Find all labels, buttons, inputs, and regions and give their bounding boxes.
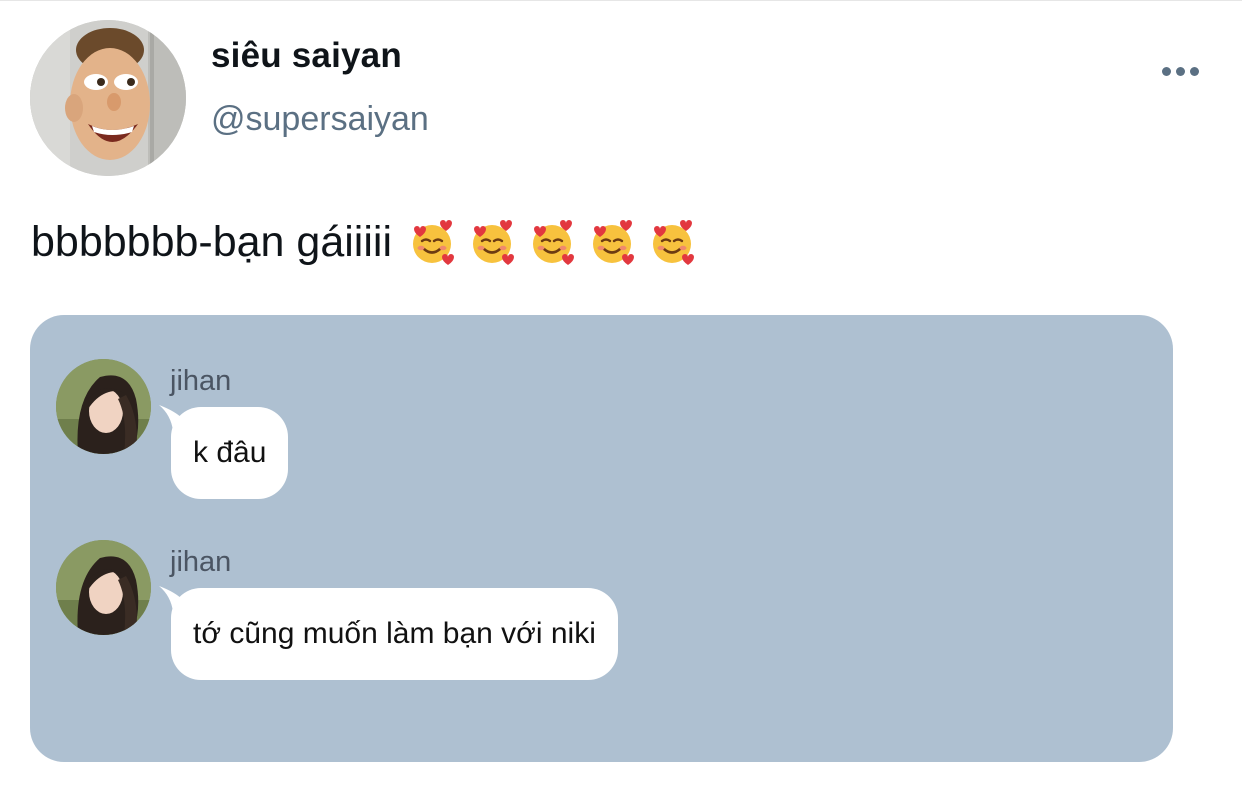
profile-photo-avatar-icon [56,359,151,454]
more-horizontal-icon-dot [1189,66,1199,76]
sender-name: jihan [170,365,232,397]
bubble-tail-icon [159,586,187,612]
bubble-tail-icon [159,405,187,431]
message-text: k đâu [193,436,267,469]
top-divider [0,0,1242,1]
smiling-face-with-hearts-icon [593,219,635,265]
author-display-name[interactable]: siêu saiyan [211,36,402,76]
message-text: tớ cũng muốn làm bạn với niki [193,617,596,650]
smiling-face-with-hearts-icon [473,219,515,265]
profile-photo-avatar-icon [56,540,151,635]
smiling-face-with-hearts-icon [533,219,575,265]
tweet-body: bbbbbbb-bạn gáiiiii [31,218,696,267]
sender-avatar [56,359,151,454]
smiling-face-with-hearts-icon [413,219,455,265]
more-horizontal-icon [1161,66,1171,76]
emoji-row [408,219,696,267]
tweet-text: bbbbbbb-bạn gáiiiii [31,218,393,266]
sender-name: jihan [170,546,232,578]
more-options-button[interactable] [1152,56,1208,86]
sender-avatar [56,540,151,635]
message-bubble: tớ cũng muốn làm bạn với niki [159,586,618,680]
more-horizontal-icon-dot [1175,66,1185,76]
cartoon-face-avatar-icon [30,20,186,176]
smiling-face-with-hearts-icon [653,219,695,265]
author-avatar[interactable] [30,20,186,176]
author-handle[interactable]: @supersaiyan [211,100,429,139]
message-bubble: k đâu [159,405,289,499]
tweet-media-image[interactable]: jihan k đâu jihan tớ cũng muốn làm bạn v… [30,315,1173,762]
